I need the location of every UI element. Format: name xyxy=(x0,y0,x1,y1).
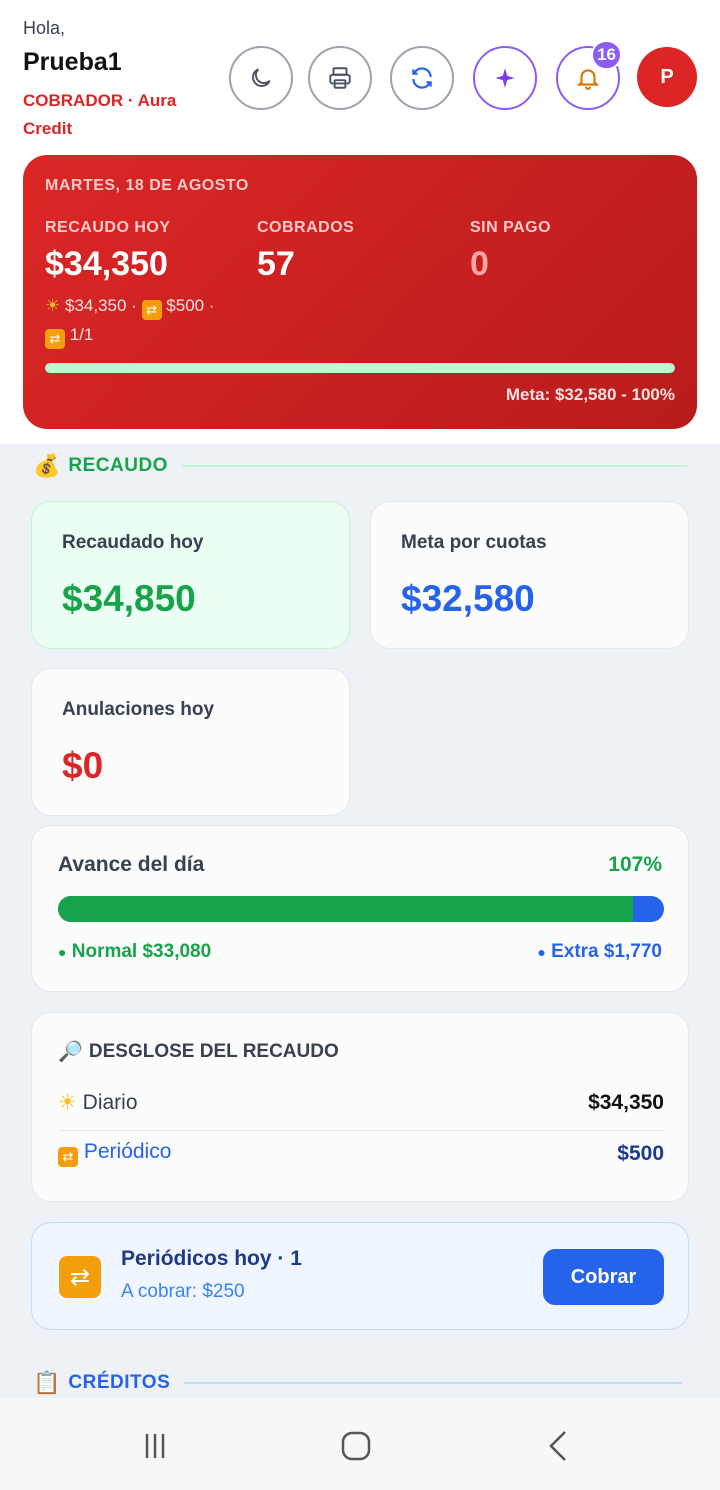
row-label-wrap: ☀ Diario xyxy=(58,1090,138,1115)
section-title: RECAUDO xyxy=(68,455,168,476)
user-role: COBRADOR · Aura Credit xyxy=(23,91,177,138)
card-avance-dia: Avance del día 107% ● Normal $33,080 ● E… xyxy=(31,825,689,992)
section-creditos: 📋 CRÉDITOS xyxy=(33,1370,683,1396)
row-label: Diario xyxy=(82,1091,138,1114)
breakdown-daily: $34,350 xyxy=(64,296,127,315)
repeat-icon: ⇄ xyxy=(58,1147,78,1167)
magnifier-icon: 🔎 xyxy=(58,1041,83,1063)
recent-apps-icon xyxy=(145,1434,165,1458)
breakdown-count: 1/1 xyxy=(69,325,94,344)
card-value: $34,850 xyxy=(62,578,196,619)
stat-value-cobrados: 57 xyxy=(257,245,295,283)
card-periodicos-hoy: ⇄ Periódicos hoy · 1 A cobrar: $250 Cobr… xyxy=(31,1222,689,1330)
card-label: Recaudado hoy xyxy=(62,532,204,553)
app-header: Hola, Prueba1 COBRADOR · Aura Credit 16 … xyxy=(0,0,720,444)
dark-mode-button[interactable] xyxy=(229,46,293,110)
system-nav-bar xyxy=(0,1398,720,1490)
desglose-row-diario: ☀ Diario $34,350 xyxy=(58,1090,664,1115)
section-recaudo: 💰 RECAUDO xyxy=(33,453,687,479)
desglose-row-periodico: ⇄ Periódico $500 xyxy=(58,1140,664,1167)
progress-title: Avance del día xyxy=(58,853,205,876)
clipboard-icon: 📋 xyxy=(33,1370,61,1395)
legend-extra-label: Extra $1,770 xyxy=(551,941,662,962)
refresh-button[interactable] xyxy=(390,46,454,110)
sun-icon: ☀ xyxy=(45,296,61,315)
repeat-icon: ⇄ xyxy=(45,329,65,349)
printer-icon xyxy=(329,67,351,89)
money-bag-icon: 💰 xyxy=(33,453,61,478)
card-meta-cuotas: Meta por cuotas $32,580 xyxy=(370,501,689,649)
stat-value-sin-pago: 0 xyxy=(470,245,489,283)
card-recaudado-hoy: Recaudado hoy $34,850 xyxy=(31,501,350,649)
stat-label-recaudo: RECAUDO HOY xyxy=(45,219,171,236)
section-title: CRÉDITOS xyxy=(68,1372,171,1393)
card-value: $0 xyxy=(62,745,104,786)
sun-icon: ☀ xyxy=(58,1091,77,1114)
stat-label-sin-pago: SIN PAGO xyxy=(470,219,552,236)
back-icon xyxy=(549,1431,566,1461)
stat-value-recaudo: $34,350 xyxy=(45,245,168,283)
user-name: Prueba1 xyxy=(23,48,122,76)
card-desglose: 🔎 DESGLOSE DEL RECAUDO ☀ Diario $34,350 … xyxy=(31,1012,689,1202)
recent-apps-button[interactable] xyxy=(135,1426,175,1466)
stat-label-cobrados: COBRADOS xyxy=(257,219,355,236)
breakdown-periodic: $500 xyxy=(166,296,205,315)
print-button[interactable] xyxy=(308,46,372,110)
row-divider xyxy=(58,1130,664,1131)
notification-badge: 16 xyxy=(591,40,622,70)
greeting-text: Hola, xyxy=(23,18,66,38)
card-anulaciones: Anulaciones hoy $0 xyxy=(31,668,350,816)
home-button[interactable] xyxy=(336,1426,376,1466)
home-icon xyxy=(341,1431,371,1461)
dot-icon: ● xyxy=(58,944,67,960)
legend-extra: ● Extra $1,770 xyxy=(537,941,662,963)
card-value: $32,580 xyxy=(401,578,535,619)
legend-normal: ● Normal $33,080 xyxy=(58,941,211,963)
desglose-title: DESGLOSE DEL RECAUDO xyxy=(88,1040,339,1062)
card-label: Meta por cuotas xyxy=(401,532,547,553)
section-divider xyxy=(184,1382,683,1384)
refresh-icon xyxy=(412,67,432,89)
legend-normal-label: Normal $33,080 xyxy=(71,941,212,962)
avatar[interactable]: P xyxy=(637,47,697,107)
card-label: Anulaciones hoy xyxy=(62,699,215,720)
goal-progress-bar xyxy=(45,363,675,373)
row-value: $500 xyxy=(617,1141,664,1165)
repeat-icon: ⇄ xyxy=(141,300,162,320)
moon-icon xyxy=(252,68,271,87)
goal-text: Meta: $32,580 - 100% xyxy=(505,385,675,404)
repeat-icon: ⇄ xyxy=(59,1256,101,1298)
ai-assistant-button[interactable] xyxy=(473,46,537,110)
progress-bar xyxy=(58,896,664,922)
summary-date: MARTES, 18 DE AGOSTO xyxy=(45,177,249,194)
progress-normal-fill xyxy=(58,896,634,922)
row-value: $34,350 xyxy=(588,1090,664,1114)
notifications-button[interactable]: 16 xyxy=(556,40,622,110)
progress-percent: 107% xyxy=(608,853,662,876)
bell-icon xyxy=(576,69,600,90)
dot-icon: ● xyxy=(537,944,546,960)
row-label: Periódico xyxy=(83,1140,172,1163)
cobrar-button[interactable]: Cobrar xyxy=(543,1249,664,1305)
periodicos-title: Periódicos hoy · 1 xyxy=(121,1247,302,1270)
row-label-wrap: ⇄ Periódico xyxy=(58,1140,171,1167)
desglose-header: 🔎 DESGLOSE DEL RECAUDO xyxy=(58,1039,339,1064)
sparkle-icon xyxy=(495,68,515,88)
summary-breakdown: ☀ $34,350 · ⇄ $500 · ⇄ 1/1 xyxy=(45,291,265,349)
back-button[interactable] xyxy=(538,1426,578,1466)
section-divider xyxy=(181,465,687,467)
daily-summary-card: MARTES, 18 DE AGOSTO RECAUDO HOY $34,350… xyxy=(23,155,697,429)
periodicos-subtitle: A cobrar: $250 xyxy=(121,1281,245,1302)
